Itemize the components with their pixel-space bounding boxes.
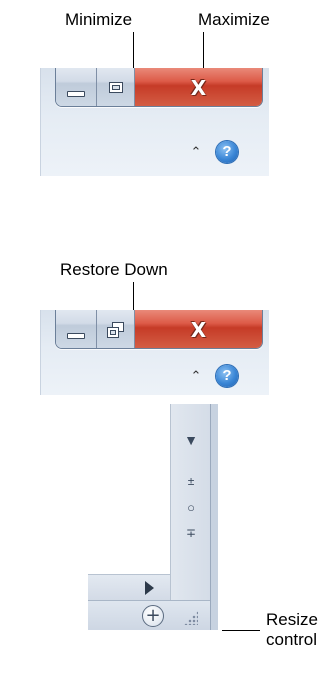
restore-down-callout-label: Restore Down (60, 260, 168, 279)
ribbon-minimize-icon[interactable]: ⌃ (188, 368, 204, 384)
next-page-icon[interactable]: ∓ (171, 526, 211, 540)
status-bar: + (88, 600, 210, 630)
minimize-callout-label: Minimize (65, 10, 133, 29)
restore-down-button[interactable] (97, 310, 135, 348)
maximize-callout-label: Maximize (198, 10, 270, 29)
scrollbar-resize-panel: ▼ ± ○ ∓ + (88, 404, 218, 630)
resize-callout-line (222, 630, 260, 631)
resize-callout-label-line1: Resize (266, 610, 318, 629)
scroll-down-icon[interactable]: ▼ (171, 432, 211, 448)
close-button-restored[interactable]: X (135, 310, 262, 348)
window-controls-panel-1: X ⌃ ? (40, 68, 269, 176)
ribbon-minimize-icon[interactable]: ⌃ (188, 144, 204, 160)
close-icon: X (190, 75, 207, 100)
scroll-right-icon[interactable] (145, 581, 154, 595)
maximize-button[interactable] (97, 68, 135, 106)
resize-grip-icon[interactable] (184, 611, 198, 625)
caption-buttons-restored: X (55, 310, 263, 349)
restore-down-icon (106, 321, 125, 338)
horizontal-scrollbar[interactable] (88, 574, 170, 601)
caption-buttons: X (55, 68, 263, 107)
maximize-icon (108, 82, 123, 93)
window-controls-panel-2: X ⌃ ? (40, 310, 269, 395)
resize-callout-label-line2: control (266, 630, 318, 649)
minimize-button-restored[interactable] (56, 310, 97, 348)
vertical-scrollbar[interactable]: ▼ ± ○ ∓ (170, 404, 211, 600)
minimize-icon (67, 90, 85, 97)
help-icon[interactable]: ? (216, 365, 238, 387)
close-button[interactable]: X (135, 68, 262, 106)
minimize-button[interactable] (56, 68, 97, 106)
select-browse-object-icon[interactable]: ○ (171, 500, 211, 515)
restore-down-callout-line (133, 282, 134, 312)
help-icon[interactable]: ? (216, 141, 238, 163)
close-icon: X (190, 317, 207, 342)
zoom-in-icon[interactable]: + (142, 605, 164, 627)
window-right-frame (210, 404, 218, 630)
previous-page-icon[interactable]: ± (171, 474, 211, 488)
minimize-icon (67, 332, 85, 339)
